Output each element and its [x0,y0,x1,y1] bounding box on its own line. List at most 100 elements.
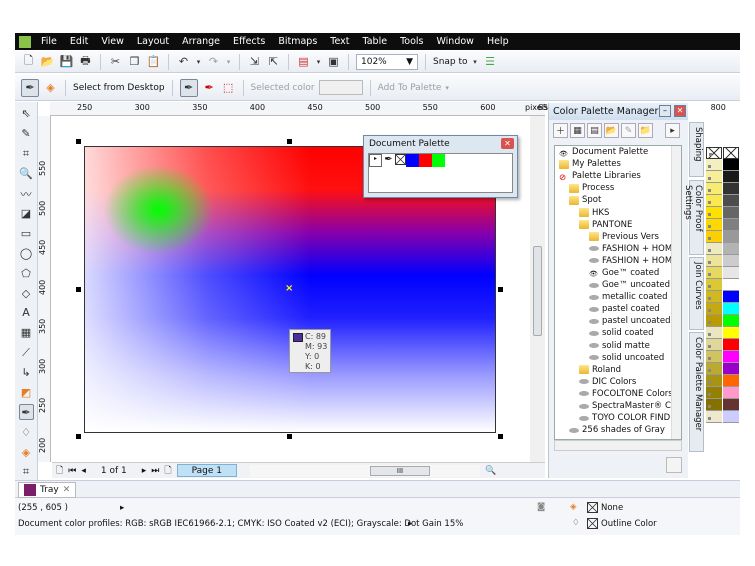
dimension-tool-icon[interactable]: ⟋ [19,345,34,361]
color-swatch[interactable] [706,219,722,231]
tree-item[interactable]: HKS [555,206,681,218]
outline-swatch[interactable] [587,518,598,529]
freehand-tool-icon[interactable]: 〰 [19,186,34,202]
export-icon[interactable]: ⇱ [266,54,281,69]
outline-tool-icon[interactable]: ♢ [19,424,34,440]
chevron-down-icon[interactable]: ▾ [445,84,449,92]
new-folder-icon[interactable]: 📁 [638,123,653,138]
tree-item[interactable]: Previous Vers [555,231,681,243]
menu-arrange[interactable]: Arrange [182,36,220,47]
tree-item[interactable]: solid uncoated [555,352,681,364]
sample-area-icon[interactable]: ⬚ [221,80,236,95]
select-from-desktop-button[interactable]: Select from Desktop [73,83,165,93]
tab-page-1[interactable]: Page 1 [176,464,238,477]
tree-item[interactable]: FASHION + HOM [555,255,681,267]
tree-item[interactable]: Roland [555,364,681,376]
color-swatch[interactable] [723,351,739,363]
save-icon[interactable]: 💾 [59,54,74,69]
next-page-icon[interactable]: ▸ [142,466,147,476]
selection-handle[interactable] [76,139,81,144]
interactive-fill-icon[interactable]: ⌗ [19,464,34,480]
color-swatch[interactable] [723,399,739,411]
color-swatch[interactable] [723,159,739,171]
options-icon[interactable]: ☰ [483,54,498,69]
color-swatch[interactable] [706,363,722,375]
tab-join-curves[interactable]: Join Curves [689,257,704,330]
no-color-swatch[interactable] [706,147,722,159]
palette-menu-icon[interactable]: ▸ [665,123,680,138]
undo-dropdown-icon[interactable]: ▾ [195,54,202,69]
color-swatch[interactable] [706,183,722,195]
menu-bitmaps[interactable]: Bitmaps [278,36,317,47]
close-icon[interactable]: ✕ [674,105,686,117]
color-swatch[interactable] [723,243,739,255]
tree-item[interactable]: ⊘ Palette Libraries [555,170,681,183]
selection-handle[interactable] [498,434,503,439]
color-swatch[interactable] [706,291,722,303]
scrollbar-thumb[interactable]: III [370,465,431,476]
interactive-tool-icon[interactable]: ◩ [19,385,34,401]
tree-item[interactable]: pastel coated [555,303,681,315]
palette-from-selection-icon[interactable]: ▦ [570,123,585,138]
tree-item[interactable]: 👁 Document Palette [555,146,681,158]
palette-editor-icon[interactable]: ✎ [621,123,636,138]
color-swatch[interactable] [723,195,739,207]
zoom-level-select[interactable]: 102% ▼ [356,53,418,70]
selection-handle[interactable] [287,139,292,144]
menu-help[interactable]: Help [487,36,509,47]
color-swatch[interactable] [706,387,722,399]
color-swatch[interactable] [706,303,722,315]
polygon-tool-icon[interactable]: ⬠ [19,265,34,281]
horizontal-scrollbar[interactable]: III [250,464,481,477]
paintbucket-icon[interactable]: ◈ [43,80,58,95]
scrollbar-thumb[interactable] [533,246,542,336]
color-swatch[interactable] [706,255,722,267]
palette-from-document-icon[interactable]: ▤ [587,123,602,138]
pick-tool-icon[interactable]: ⇖ [19,106,34,122]
close-icon[interactable]: ✕ [63,485,71,495]
prev-page-icon[interactable]: ◂ [81,466,86,476]
redo-icon[interactable]: ↷ [206,54,221,69]
snap-dropdown-icon[interactable]: ▾ [472,54,479,69]
expand-icon[interactable]: ▸ [120,503,124,513]
shape-tool-icon[interactable]: ✎ [19,126,34,142]
smart-fill-icon[interactable]: ◪ [19,206,34,222]
color-swatch[interactable] [706,315,722,327]
color-profiles[interactable]: Document color profiles: RGB: sRGB IEC61… [18,519,463,529]
color-swatch[interactable] [723,363,739,375]
snap-to-button[interactable]: Snap to [433,57,468,67]
horizontal-ruler[interactable]: 250300350400450500550600650700750800pixe… [50,102,726,116]
color-swatch[interactable] [723,327,739,339]
expand-icon[interactable]: ▸ [408,519,412,529]
color-swatch[interactable] [706,279,722,291]
minimize-icon[interactable]: – [659,105,671,117]
color-swatch[interactable] [723,279,739,291]
menu-view[interactable]: View [101,36,124,47]
print-icon[interactable]: 🖶 [78,54,93,69]
color-swatch[interactable] [706,399,722,411]
color-swatch[interactable] [723,375,739,387]
no-color-swatch[interactable] [723,147,739,159]
color-swatch[interactable] [706,195,722,207]
new-palette-icon[interactable]: ＋ [553,123,568,138]
menu-layout[interactable]: Layout [137,36,169,47]
color-swatch[interactable] [723,315,739,327]
tree-item[interactable]: My Palettes [555,158,681,170]
color-swatch[interactable] [706,159,722,171]
last-page-icon[interactable]: ⏭ [151,466,159,476]
add-to-palette-button[interactable]: Add To Palette [378,83,442,93]
tree-item[interactable]: FASHION + HOM [555,243,681,255]
tree-item[interactable]: 256 shades of Gray [555,424,681,436]
vertical-ruler[interactable]: 550 500 450 400 350 300 250 200 [38,116,51,462]
tree-item[interactable]: PANTONE [555,219,681,231]
color-swatch[interactable] [723,267,739,279]
color-swatch[interactable] [706,411,722,423]
color-swatch[interactable] [723,183,739,195]
color-swatch[interactable] [706,351,722,363]
text-tool-icon[interactable]: A [19,305,34,321]
sample-2x2-icon[interactable]: ✒ [202,80,217,95]
new-document-icon[interactable]: 🗋 [21,54,36,69]
redo-dropdown-icon[interactable]: ▾ [225,54,232,69]
table-tool-icon[interactable]: ▦ [19,325,34,341]
tab-color-proof-settings[interactable]: Color Proof Settings [683,180,704,255]
